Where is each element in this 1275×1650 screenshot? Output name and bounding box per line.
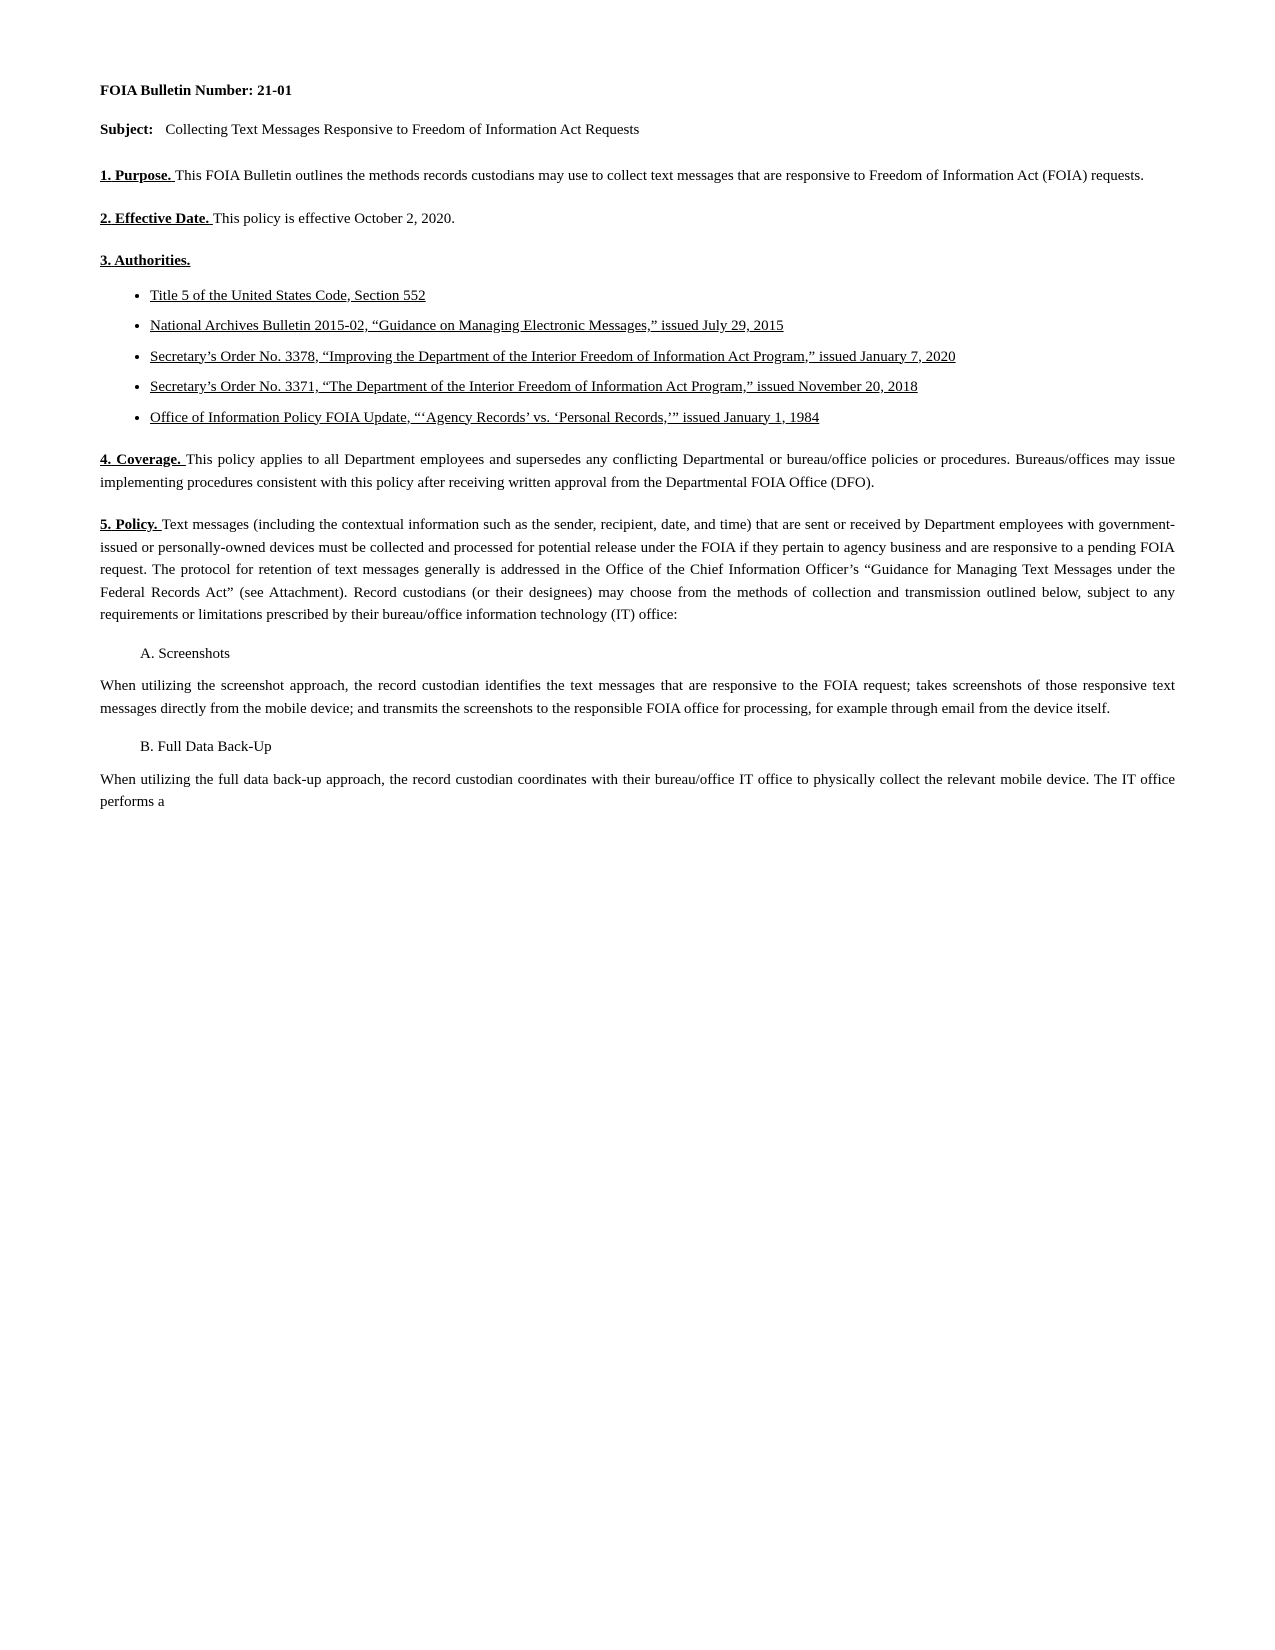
subsection-b-heading: B. Full Data Back-Up xyxy=(140,736,1175,759)
purpose-heading: 1. Purpose. xyxy=(100,168,175,184)
authorities-heading: 3. Authorities. xyxy=(100,250,1175,273)
purpose-paragraph: 1. Purpose. This FOIA Bulletin outlines … xyxy=(100,165,1175,188)
list-item: Title 5 of the United States Code, Secti… xyxy=(150,285,1175,308)
policy-heading: 5. Policy. xyxy=(100,517,162,533)
subsection-a-heading: A. Screenshots xyxy=(140,643,1175,666)
bulletin-number: 21-01 xyxy=(257,83,292,99)
coverage-heading-text: Coverage. xyxy=(116,452,181,468)
coverage-body: This policy applies to all Department em… xyxy=(100,452,1175,491)
effective-date-number: 2. xyxy=(100,211,111,227)
effective-date-paragraph: 2. Effective Date. This policy is effect… xyxy=(100,208,1175,231)
list-item: Secretary’s Order No. 3371, “The Departm… xyxy=(150,376,1175,399)
subsection-a-body: When utilizing the screenshot approach, … xyxy=(100,675,1175,720)
policy-heading-text: Policy. xyxy=(115,517,157,533)
foia-bulletin-number-line: FOIA Bulletin Number: 21-01 xyxy=(100,80,1175,103)
bulletin-label: FOIA Bulletin Number: xyxy=(100,83,253,99)
section-authorities: 3. Authorities. Title 5 of the United St… xyxy=(100,250,1175,429)
purpose-body: This FOIA Bulletin outlines the methods … xyxy=(175,168,1144,184)
subject-line: Subject: Collecting Text Messages Respon… xyxy=(100,119,1175,142)
subject-label: Subject: xyxy=(100,119,153,142)
authorities-list: Title 5 of the United States Code, Secti… xyxy=(150,285,1175,430)
policy-paragraph: 5. Policy. Text messages (including the … xyxy=(100,514,1175,627)
subject-text: Collecting Text Messages Responsive to F… xyxy=(165,119,639,142)
authorities-number: 3. xyxy=(100,253,111,269)
section-purpose: 1. Purpose. This FOIA Bulletin outlines … xyxy=(100,165,1175,188)
purpose-heading-text: Purpose. xyxy=(115,168,171,184)
effective-date-heading-text: Effective Date. xyxy=(115,211,209,227)
coverage-number: 4. xyxy=(100,452,111,468)
effective-date-heading: 2. Effective Date. xyxy=(100,211,213,227)
policy-number: 5. xyxy=(100,517,111,533)
purpose-number: 1. xyxy=(100,168,111,184)
list-item: Office of Information Policy FOIA Update… xyxy=(150,407,1175,430)
authorities-heading-text: Authorities. xyxy=(114,253,190,269)
section-policy: 5. Policy. Text messages (including the … xyxy=(100,514,1175,814)
list-item: National Archives Bulletin 2015-02, “Gui… xyxy=(150,315,1175,338)
coverage-paragraph: 4. Coverage. This policy applies to all … xyxy=(100,449,1175,494)
coverage-heading: 4. Coverage. xyxy=(100,452,186,468)
section-coverage: 4. Coverage. This policy applies to all … xyxy=(100,449,1175,494)
subsection-b-body: When utilizing the full data back-up app… xyxy=(100,769,1175,814)
effective-date-body: This policy is effective October 2, 2020… xyxy=(213,211,455,227)
policy-body: Text messages (including the contextual … xyxy=(100,517,1175,623)
list-item: Secretary’s Order No. 3378, “Improving t… xyxy=(150,346,1175,369)
section-effective-date: 2. Effective Date. This policy is effect… xyxy=(100,208,1175,231)
